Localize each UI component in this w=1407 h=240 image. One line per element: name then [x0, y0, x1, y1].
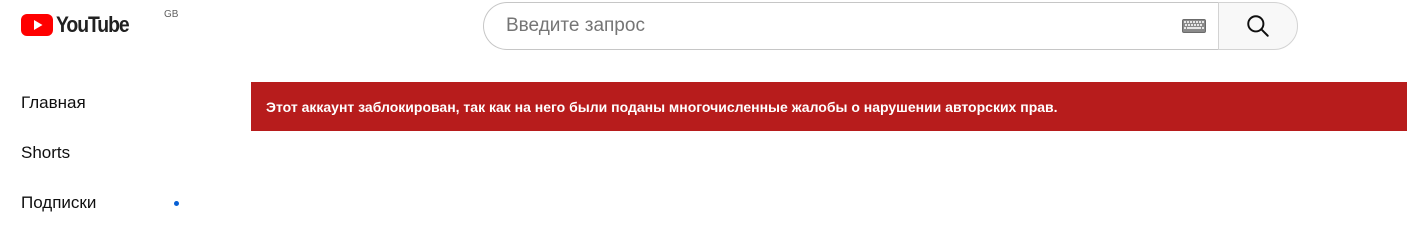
- sidebar-item-subscriptions[interactable]: Подписки: [0, 178, 200, 228]
- search-input[interactable]: [504, 14, 1174, 38]
- new-content-dot: [174, 201, 179, 206]
- country-code: GB: [164, 9, 179, 20]
- search-bar: [483, 2, 1298, 50]
- banner-message: Этот аккаунт заблокирован, так как на не…: [266, 98, 1058, 115]
- search-icon: [1247, 15, 1269, 37]
- sidebar-item-shorts[interactable]: Shorts: [0, 128, 200, 178]
- sidebar-item-label: Главная: [21, 93, 86, 112]
- youtube-play-icon: [21, 14, 53, 36]
- search-box: [483, 2, 1218, 50]
- sidebar-item-label: Shorts: [21, 143, 71, 162]
- youtube-logo[interactable]: YouTube GB: [21, 9, 178, 37]
- account-terminated-banner: Этот аккаунт заблокирован, так как на не…: [251, 82, 1407, 131]
- keyboard-icon[interactable]: [1182, 19, 1206, 33]
- search-button[interactable]: [1218, 2, 1298, 50]
- sidebar: Главная Shorts Подписки: [0, 78, 200, 228]
- sidebar-item-home[interactable]: Главная: [0, 78, 200, 128]
- sidebar-item-label: Подписки: [21, 193, 97, 212]
- logo-text: YouTube: [56, 12, 130, 37]
